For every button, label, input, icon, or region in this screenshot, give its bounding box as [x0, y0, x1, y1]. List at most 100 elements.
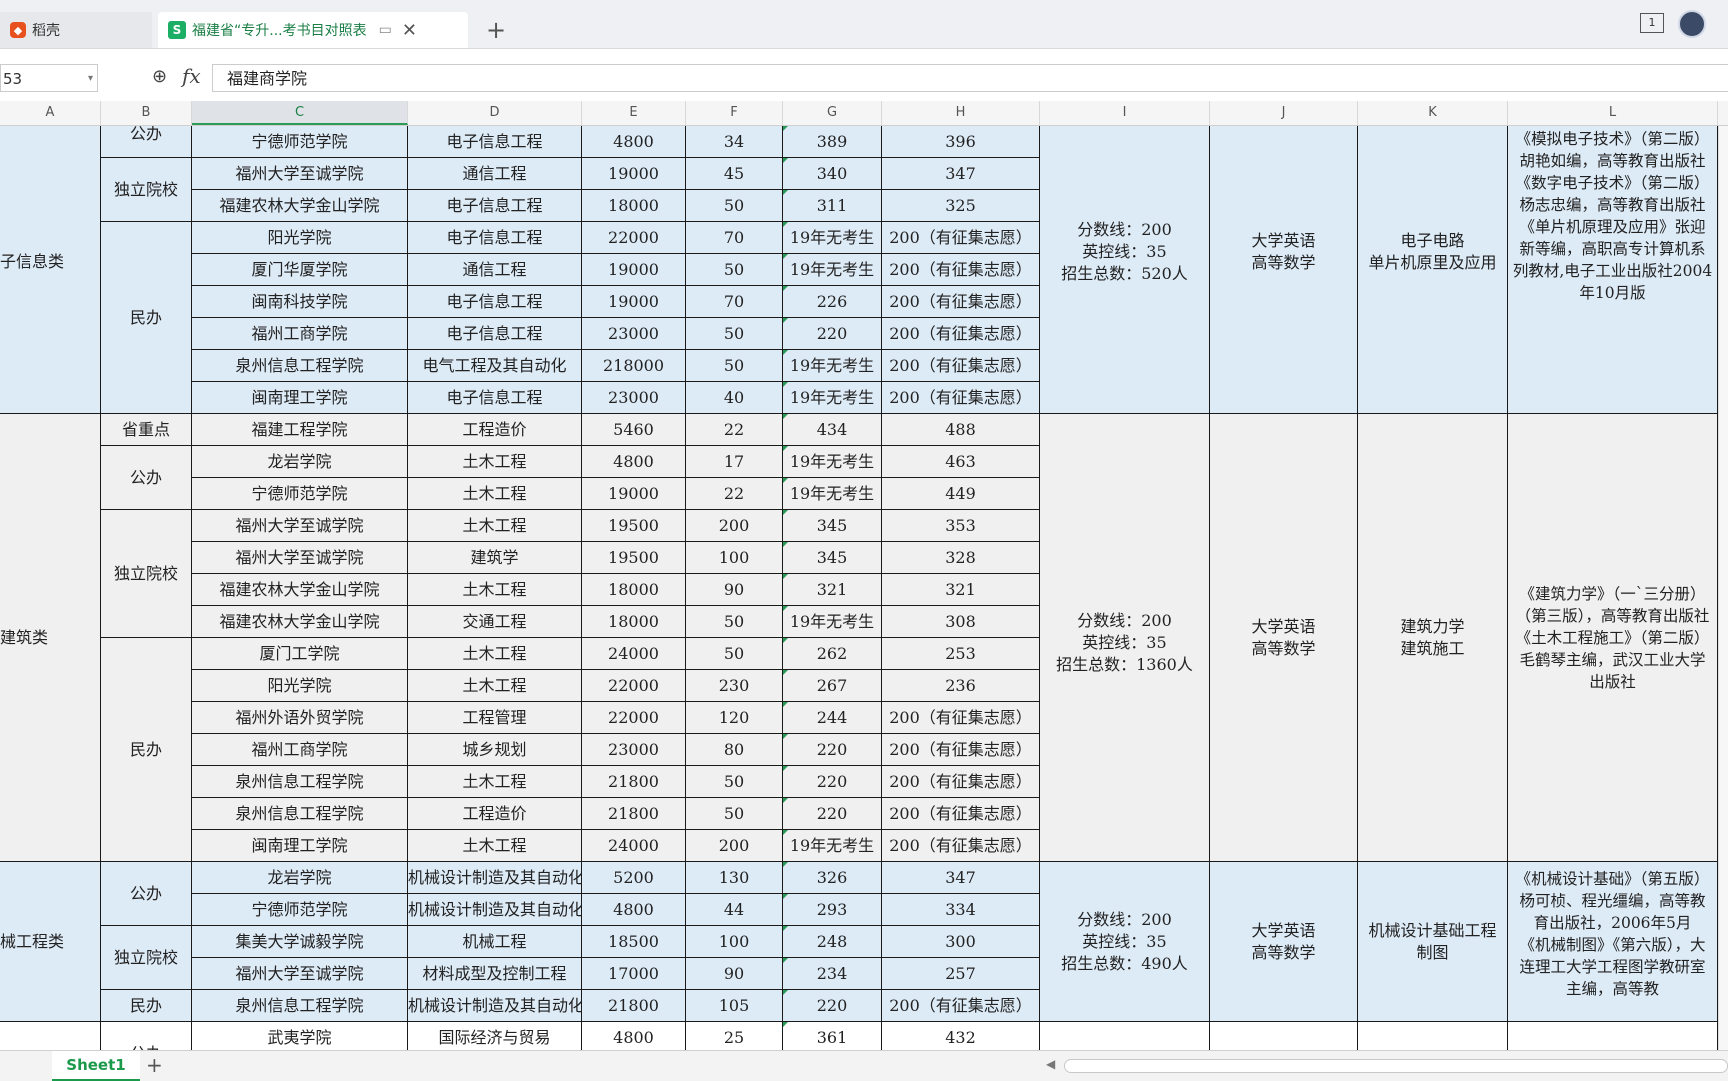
- zoom-icon[interactable]: ⊕: [152, 66, 167, 87]
- school-type-cell[interactable]: 公办: [101, 446, 192, 510]
- cell-g[interactable]: 220: [783, 318, 882, 350]
- cell-f[interactable]: 17: [686, 446, 783, 478]
- cell-c[interactable]: 福州外语外贸学院: [192, 702, 408, 734]
- cell-d[interactable]: 工程管理: [408, 702, 582, 734]
- cell-c[interactable]: 泉州信息工程学院: [192, 350, 408, 382]
- cell-e[interactable]: 24000: [582, 830, 686, 862]
- cell-f[interactable]: 22: [686, 414, 783, 446]
- cell-c[interactable]: 闽南科技学院: [192, 286, 408, 318]
- column-header-f[interactable]: F: [686, 101, 783, 125]
- cell-c[interactable]: 龙岩学院: [192, 862, 408, 894]
- cell-c[interactable]: 泉州信息工程学院: [192, 990, 408, 1022]
- cell-d[interactable]: 电子信息工程: [408, 286, 582, 318]
- pro-subjects-cell[interactable]: [1358, 1022, 1508, 1050]
- cell-h[interactable]: 236: [882, 670, 1040, 702]
- cell-e[interactable]: 19000: [582, 286, 686, 318]
- cell-e[interactable]: 18500: [582, 926, 686, 958]
- cell-d[interactable]: 电子信息工程: [408, 318, 582, 350]
- column-header-e[interactable]: E: [582, 101, 686, 125]
- cell-f[interactable]: 100: [686, 542, 783, 574]
- cell-d[interactable]: 材料成型及控制工程: [408, 958, 582, 990]
- pro-subjects-cell[interactable]: 电子电路 单片机原里及应用: [1358, 126, 1508, 414]
- cell-h[interactable]: 200（有征集志愿）: [882, 990, 1040, 1022]
- cell-c[interactable]: 福州工商学院: [192, 318, 408, 350]
- cell-e[interactable]: 4800: [582, 446, 686, 478]
- cell-d[interactable]: 交通工程: [408, 606, 582, 638]
- cell-h[interactable]: 347: [882, 862, 1040, 894]
- cell-c[interactable]: 福州工商学院: [192, 734, 408, 766]
- formula-input[interactable]: 福建商学院: [212, 64, 1728, 92]
- cell-g[interactable]: 262: [783, 638, 882, 670]
- cell-d[interactable]: 机械设计制造及其自动化: [408, 990, 582, 1022]
- cell-f[interactable]: 230: [686, 670, 783, 702]
- entry-info-cell[interactable]: 分数线：200 英控线：35 招生总数：520人: [1040, 126, 1210, 414]
- cell-d[interactable]: 通信工程: [408, 158, 582, 190]
- chevron-down-icon[interactable]: ▾: [88, 65, 93, 93]
- column-header-g[interactable]: G: [783, 101, 882, 125]
- cell-c[interactable]: 福州大学至诚学院: [192, 158, 408, 190]
- cell-c[interactable]: 宁德师范学院: [192, 894, 408, 926]
- cell-f[interactable]: 130: [686, 862, 783, 894]
- monitor-icon[interactable]: ▭: [379, 22, 392, 38]
- cell-f[interactable]: 105: [686, 990, 783, 1022]
- column-header-c[interactable]: C: [192, 101, 408, 125]
- cell-d[interactable]: 土木工程: [408, 638, 582, 670]
- cell-f[interactable]: 50: [686, 606, 783, 638]
- cell-g[interactable]: 220: [783, 798, 882, 830]
- school-type-cell[interactable]: 公办: [101, 126, 192, 158]
- reference-books-cell[interactable]: [1508, 1022, 1718, 1050]
- cell-h[interactable]: 200（有征集志愿）: [882, 350, 1040, 382]
- cell-e[interactable]: 21800: [582, 990, 686, 1022]
- cell-f[interactable]: 50: [686, 318, 783, 350]
- cell-c[interactable]: 宁德师范学院: [192, 126, 408, 158]
- cell-d[interactable]: 电子信息工程: [408, 382, 582, 414]
- cell-d[interactable]: 土木工程: [408, 478, 582, 510]
- school-type-cell[interactable]: 独立院校: [101, 926, 192, 990]
- school-type-cell[interactable]: 公办: [101, 862, 192, 926]
- cell-f[interactable]: 50: [686, 798, 783, 830]
- cell-f[interactable]: 70: [686, 286, 783, 318]
- cell-f[interactable]: 50: [686, 350, 783, 382]
- entry-info-cell[interactable]: 分数线：200 英控线：35 招生总数：1360人: [1040, 414, 1210, 862]
- cell-g[interactable]: 19年无考生: [783, 382, 882, 414]
- cell-c[interactable]: 泉州信息工程学院: [192, 766, 408, 798]
- horizontal-scrollbar[interactable]: [1064, 1059, 1728, 1073]
- cell-e[interactable]: 19500: [582, 510, 686, 542]
- reference-books-cell[interactable]: 《建筑力学》（一`三分册）（第三版），高等教育出版社 《土木工程施工》（第二版）…: [1508, 414, 1718, 862]
- cell-f[interactable]: 200: [686, 830, 783, 862]
- avatar[interactable]: [1678, 10, 1706, 38]
- cell-e[interactable]: 19000: [582, 158, 686, 190]
- cell-c[interactable]: 闽南理工学院: [192, 830, 408, 862]
- cell-e[interactable]: 19500: [582, 542, 686, 574]
- school-type-cell[interactable]: 公办: [101, 1022, 192, 1050]
- name-box[interactable]: 53 ▾: [0, 64, 98, 92]
- cell-h[interactable]: 200（有征集志愿）: [882, 254, 1040, 286]
- cell-c[interactable]: 厦门华厦学院: [192, 254, 408, 286]
- cell-c[interactable]: 福州大学至诚学院: [192, 958, 408, 990]
- cell-h[interactable]: 200（有征集志愿）: [882, 702, 1040, 734]
- cell-d[interactable]: 电子信息工程: [408, 222, 582, 254]
- cell-c[interactable]: 福建农林大学金山学院: [192, 190, 408, 222]
- category-cell[interactable]: 子信息类: [0, 126, 101, 414]
- cell-d[interactable]: 土木工程: [408, 574, 582, 606]
- cell-h[interactable]: 463: [882, 446, 1040, 478]
- cell-e[interactable]: 19000: [582, 254, 686, 286]
- cell-h[interactable]: 353: [882, 510, 1040, 542]
- cell-d[interactable]: 建筑学: [408, 542, 582, 574]
- cell-h[interactable]: 253: [882, 638, 1040, 670]
- cell-h[interactable]: 347: [882, 158, 1040, 190]
- cell-d[interactable]: 土木工程: [408, 830, 582, 862]
- vertical-scrollbar[interactable]: [1718, 126, 1728, 1050]
- cell-d[interactable]: 电气工程及其自动化: [408, 350, 582, 382]
- cell-d[interactable]: 电子信息工程: [408, 190, 582, 222]
- window-badge[interactable]: 1: [1640, 13, 1664, 33]
- entry-info-cell[interactable]: [1040, 1022, 1210, 1050]
- cell-d[interactable]: 土木工程: [408, 766, 582, 798]
- category-cell[interactable]: [0, 1022, 101, 1050]
- cell-h[interactable]: 328: [882, 542, 1040, 574]
- column-header-l[interactable]: L: [1508, 101, 1718, 125]
- cell-g[interactable]: 321: [783, 574, 882, 606]
- cell-f[interactable]: 45: [686, 158, 783, 190]
- cell-e[interactable]: 23000: [582, 734, 686, 766]
- cell-h[interactable]: 200（有征集志愿）: [882, 734, 1040, 766]
